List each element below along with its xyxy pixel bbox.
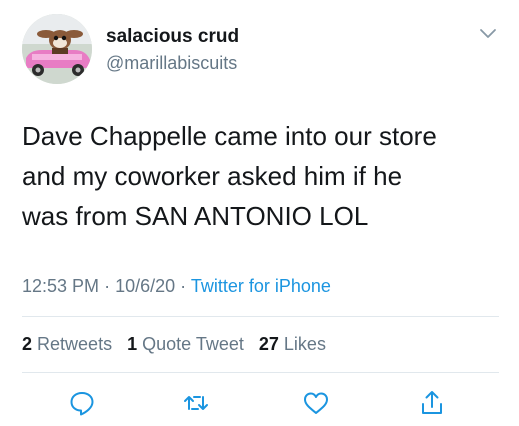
share-icon[interactable] — [417, 388, 447, 418]
tweet-stats: 2 Retweets 1 Quote Tweet 27 Likes — [22, 334, 336, 355]
quotes-stat[interactable]: 1 Quote Tweet — [127, 334, 249, 354]
tweet-text-line: Dave Chappelle came into our store — [22, 121, 437, 151]
likes-label: Likes — [283, 334, 326, 354]
display-name[interactable]: salacious crud — [106, 26, 239, 48]
tweet-meta: 12:53 PM · 10/6/20 · Twitter for iPhone — [22, 276, 331, 297]
avatar[interactable] — [22, 14, 92, 84]
tweet-date[interactable]: 10/6/20 — [115, 276, 175, 296]
user-handle[interactable]: @marillabiscuits — [106, 53, 237, 74]
likes-count: 27 — [258, 334, 279, 354]
retweets-stat[interactable]: 2 Retweets — [22, 334, 117, 354]
quotes-count: 1 — [127, 334, 138, 354]
divider — [22, 372, 499, 373]
retweet-icon[interactable] — [181, 388, 211, 418]
action-bar — [0, 388, 519, 418]
tweet-source-link[interactable]: Twitter for iPhone — [191, 276, 331, 296]
tweet-text-line: and my coworker asked him if he — [22, 161, 403, 191]
retweets-count: 2 — [22, 334, 33, 354]
meta-separator: · — [104, 276, 111, 296]
chevron-down-icon[interactable] — [478, 27, 498, 41]
quotes-label: Quote Tweet — [142, 334, 244, 354]
avatar-image — [22, 14, 92, 84]
divider — [22, 316, 499, 317]
tweet-text-line: was from SAN ANTONIO LOL — [22, 201, 369, 231]
likes-stat[interactable]: 27 Likes — [259, 334, 326, 354]
tweet-text: Dave Chappelle came into our store and m… — [22, 116, 502, 236]
reply-icon[interactable] — [67, 388, 97, 418]
retweets-label: Retweets — [37, 334, 113, 354]
like-icon[interactable] — [301, 388, 331, 418]
tweet-time[interactable]: 12:53 PM — [22, 276, 99, 296]
meta-separator: · — [180, 276, 187, 296]
